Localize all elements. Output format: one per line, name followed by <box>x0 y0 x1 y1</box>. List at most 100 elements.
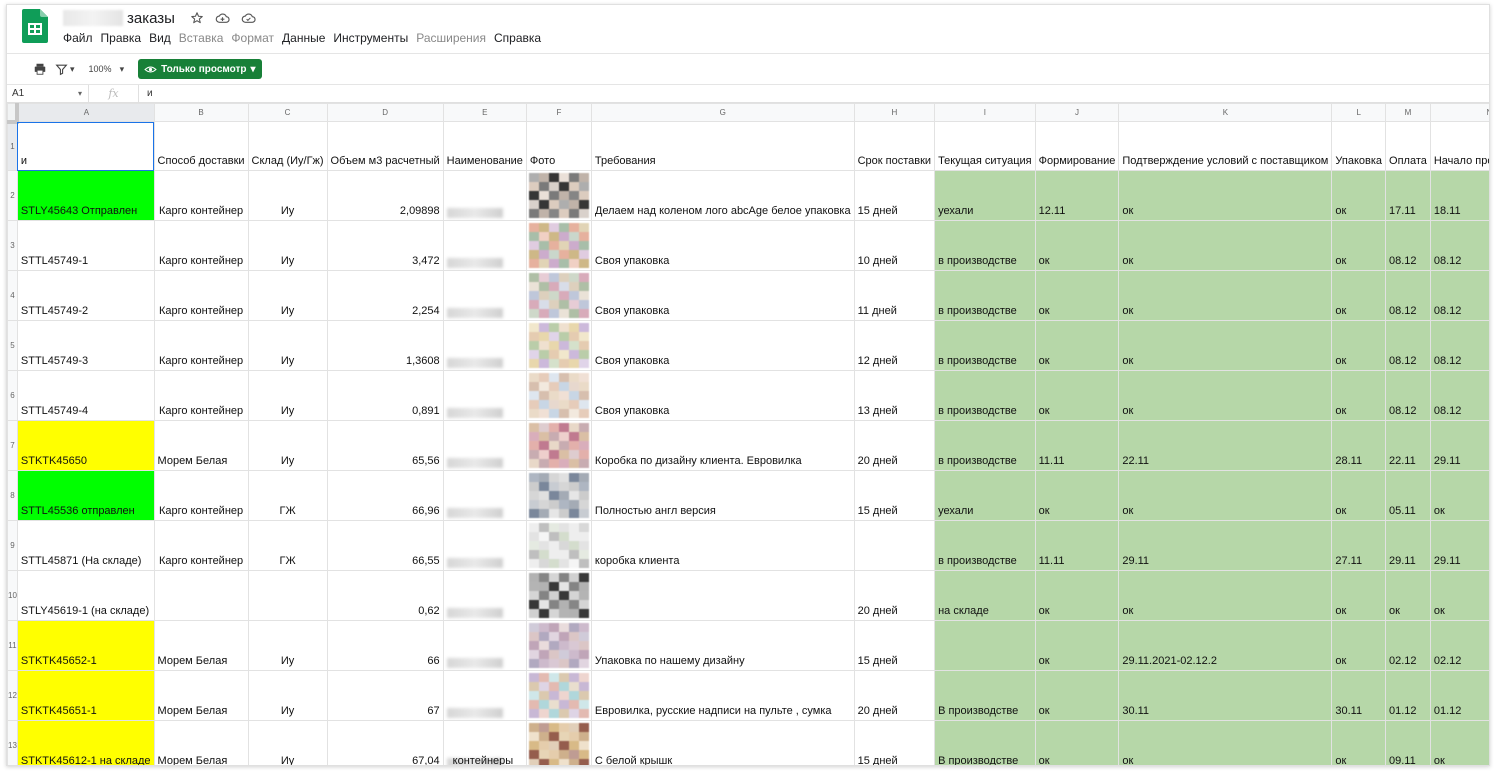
cell-b[interactable]: Карго контейнер <box>153 320 249 371</box>
cell-b[interactable]: Карго контейнер <box>153 470 249 521</box>
cell-j[interactable]: ок <box>1034 270 1120 321</box>
menu-item-2[interactable]: Правка <box>97 31 146 49</box>
cell-m[interactable]: 01.12 <box>1385 670 1431 721</box>
cell-n[interactable]: 29.11 <box>1429 520 1489 571</box>
cell-i[interactable]: уехали <box>934 470 1036 521</box>
cell-i[interactable]: уехали <box>934 170 1036 221</box>
cell-h[interactable]: 20 дней <box>853 420 936 471</box>
cell-c[interactable] <box>247 570 328 621</box>
cell-a[interactable]: STTL45749-3 <box>16 320 155 371</box>
cell-j[interactable]: ок <box>1034 470 1120 521</box>
cell-d[interactable]: 0,62 <box>326 570 444 621</box>
cell-h[interactable]: 15 дней <box>853 620 936 671</box>
cell-j[interactable]: ок <box>1034 320 1120 371</box>
cell-n[interactable]: ок <box>1429 570 1489 621</box>
cell-k[interactable]: 29.11.2021-02.12.2 <box>1118 620 1333 671</box>
cell-i[interactable]: В производстве <box>934 720 1036 765</box>
cell-f[interactable] <box>525 370 592 421</box>
cell-a[interactable]: STKTK45652-1 <box>16 620 155 671</box>
cell-e[interactable] <box>442 370 527 421</box>
row-header[interactable]: 13 <box>7 720 18 765</box>
column-header-h[interactable]: H <box>853 103 936 122</box>
cell-l[interactable]: ок <box>1331 370 1387 421</box>
cell-j[interactable]: ок <box>1034 570 1120 621</box>
menu-item-8[interactable]: Расширения <box>412 31 490 49</box>
cell-j[interactable]: 11.11 <box>1034 520 1120 571</box>
cell-f[interactable] <box>525 620 592 671</box>
cell-e[interactable] <box>442 270 527 321</box>
cell-b[interactable]: Карго контейнер <box>153 520 249 571</box>
cell-h[interactable]: 20 дней <box>853 670 936 721</box>
cell-f[interactable] <box>525 470 592 521</box>
cell-n[interactable]: 18.11 <box>1429 170 1489 221</box>
zoom-select[interactable]: 100% ▾ <box>89 64 125 75</box>
cell-e[interactable] <box>442 470 527 521</box>
cell-i[interactable]: в производстве <box>934 420 1036 471</box>
cell-n[interactable]: 29.11 <box>1429 420 1489 471</box>
row-header[interactable]: 5 <box>7 320 18 371</box>
cell-n[interactable]: 08.12 <box>1429 320 1489 371</box>
cell-l[interactable]: ок <box>1331 470 1387 521</box>
cell-d[interactable]: 66,96 <box>326 470 444 521</box>
cell-g[interactable]: С белой крышк <box>590 720 855 765</box>
menu-item-1[interactable]: Файл <box>59 31 97 49</box>
header-cell[interactable]: Объем м3 расчетный <box>326 121 444 171</box>
header-cell[interactable]: Оплата <box>1385 121 1431 171</box>
cell-k[interactable]: ок <box>1118 170 1333 221</box>
cell-i[interactable]: в производстве <box>934 520 1036 571</box>
column-header-n[interactable]: N <box>1429 103 1489 122</box>
cell-a[interactable]: STTL45749-4 <box>16 370 155 421</box>
cell-h[interactable]: 11 дней <box>853 270 936 321</box>
filter-icon[interactable]: ▾ <box>55 63 75 76</box>
select-all-corner[interactable] <box>7 103 20 124</box>
header-cell[interactable]: Начало производства <box>1429 121 1489 171</box>
cell-f[interactable] <box>525 420 592 471</box>
cell-d[interactable]: 66,55 <box>326 520 444 571</box>
cell-f[interactable] <box>525 270 592 321</box>
header-cell[interactable]: Наименование <box>442 121 527 171</box>
cell-m[interactable]: 05.11 <box>1385 470 1431 521</box>
cell-n[interactable]: 02.12 <box>1429 620 1489 671</box>
row-header[interactable]: 10 <box>7 570 18 621</box>
cell-e[interactable] <box>442 320 527 371</box>
column-header-b[interactable]: B <box>153 103 249 122</box>
row-header[interactable]: 12 <box>7 670 18 721</box>
cell-b[interactable]: Морем Белая <box>153 720 249 765</box>
cell-i[interactable]: в производстве <box>934 370 1036 421</box>
column-header-d[interactable]: D <box>326 103 444 122</box>
cell-g[interactable]: Делаем над коленом лого abcAge белое упа… <box>590 170 855 221</box>
cell-h[interactable]: 15 дней <box>853 170 936 221</box>
cell-a[interactable]: STKTK45651-1 <box>16 670 155 721</box>
cell-g[interactable]: Своя упаковка <box>590 320 855 371</box>
cell-g[interactable]: Своя упаковка <box>590 370 855 421</box>
cell-c[interactable]: Иу <box>247 670 328 721</box>
cell-d[interactable]: 2,09898 <box>326 170 444 221</box>
cell-n[interactable]: 08.12 <box>1429 370 1489 421</box>
cell-l[interactable]: ок <box>1331 220 1387 271</box>
cell-c[interactable]: Иу <box>247 270 328 321</box>
move-to-drive-icon[interactable] <box>215 10 231 26</box>
cell-b[interactable]: Морем Белая <box>153 670 249 721</box>
column-header-i[interactable]: I <box>934 103 1036 122</box>
cell-c[interactable]: Иу <box>247 420 328 471</box>
column-header-f[interactable]: F <box>525 103 592 122</box>
cell-k[interactable]: ок <box>1118 220 1333 271</box>
cell-m[interactable]: 02.12 <box>1385 620 1431 671</box>
column-header-k[interactable]: K <box>1118 103 1333 122</box>
cell-b[interactable]: Морем Белая <box>153 420 249 471</box>
cell-i[interactable] <box>934 620 1036 671</box>
cell-h[interactable]: 10 дней <box>853 220 936 271</box>
cell-f[interactable] <box>525 520 592 571</box>
cell-m[interactable]: 08.12 <box>1385 220 1431 271</box>
cell-a[interactable]: STTL45749-1 <box>16 220 155 271</box>
column-header-e[interactable]: E <box>442 103 527 122</box>
cell-m[interactable]: 17.11 <box>1385 170 1431 221</box>
cell-e[interactable] <box>442 520 527 571</box>
header-cell[interactable]: и <box>16 121 155 171</box>
cell-l[interactable]: ок <box>1331 720 1387 765</box>
name-box[interactable]: A1 ▾ <box>7 85 89 102</box>
cell-f[interactable] <box>525 220 592 271</box>
cell-l[interactable]: 30.11 <box>1331 670 1387 721</box>
row-header[interactable]: 11 <box>7 620 18 671</box>
cell-h[interactable]: 15 дней <box>853 720 936 765</box>
